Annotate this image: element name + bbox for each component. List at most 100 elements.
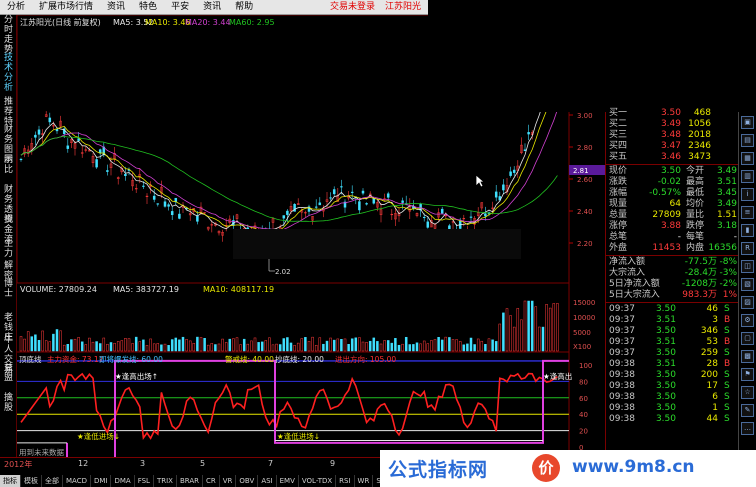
volume-bar <box>534 306 538 352</box>
left-tab-7[interactable]: 主力 <box>2 239 15 259</box>
volume-bar <box>509 315 512 352</box>
star-icon[interactable]: ☆ <box>741 386 754 399</box>
indicator-tab-fsl[interactable]: FSL <box>135 474 154 487</box>
flow-pct: -3% <box>719 268 737 278</box>
candle-body <box>77 138 80 141</box>
settings-icon[interactable]: ⚙ <box>741 314 754 327</box>
order-book-row[interactable]: 买二 3.49 1056 <box>606 119 739 130</box>
menu-analysis[interactable]: 分析 <box>0 0 32 15</box>
tick-price: 3.51 <box>655 337 676 347</box>
indicator-tab-rsi[interactable]: RSI <box>336 474 355 487</box>
left-tab-9[interactable]: 博士 <box>2 279 15 299</box>
indicator-tab-trix[interactable]: TRIX <box>154 474 177 487</box>
volume-bar <box>469 337 473 352</box>
order-label: 买二 <box>609 119 628 129</box>
indicator-tick-label: 60 <box>579 395 588 403</box>
indicator-tab-emv[interactable]: EMV <box>277 474 299 487</box>
indicator-tab-全部[interactable]: 全部 <box>42 474 63 487</box>
volume-bar <box>203 338 206 352</box>
tick-volume: 44 <box>706 414 718 424</box>
indicator-tab-dma[interactable]: DMA <box>111 474 135 487</box>
stat-row: 外盘 11453 内盘 16356 <box>606 243 739 254</box>
calc-icon[interactable]: ▩ <box>741 350 754 363</box>
flag-icon[interactable]: ⚑ <box>741 368 754 381</box>
volume-bar <box>41 330 44 352</box>
indicator-tab-dmi[interactable]: DMI <box>91 474 112 487</box>
future-data-note: 用到未来数据 <box>19 447 64 457</box>
flow-label: 大宗流入 <box>609 268 646 278</box>
order-volume: 2346 <box>688 141 711 151</box>
order-book-row[interactable]: 买三 3.48 2018 <box>606 130 739 141</box>
indicator-tab-指标[interactable]: 指标 <box>0 474 21 487</box>
left-tab-8[interactable]: 解密 <box>2 261 15 281</box>
tick-side: S <box>724 348 730 358</box>
indicator-tab-obv[interactable]: OBV <box>236 474 259 487</box>
chart-icon[interactable]: ◫ <box>741 260 754 273</box>
volume-bar <box>62 344 66 352</box>
more-icon[interactable]: … <box>741 422 754 435</box>
candle-body <box>512 169 516 173</box>
flow-pct: -2% <box>719 279 737 289</box>
volume-bar <box>138 341 142 352</box>
indicator-tab-模板[interactable]: 模板 <box>21 474 42 487</box>
volume-bar <box>458 341 462 352</box>
volume-bar <box>530 300 534 352</box>
left-tab-4[interactable]: 同比 <box>2 155 15 175</box>
volume-bar <box>444 336 448 352</box>
indicator-tab-vr[interactable]: VR <box>220 474 237 487</box>
volume-bar <box>365 342 368 352</box>
price-tick-label: 2.80 <box>577 144 593 152</box>
table-icon[interactable]: ▥ <box>741 170 754 183</box>
grid-icon[interactable]: ▦ <box>741 152 754 165</box>
order-book-row[interactable]: 买四 3.47 2346 <box>606 141 739 152</box>
left-tab-13[interactable]: 擒股 <box>2 393 15 413</box>
flow-pct: -8% <box>719 257 737 267</box>
stat-label: 外盘 <box>609 243 628 253</box>
info-icon[interactable]: i <box>741 188 754 201</box>
volume-tick-label: 10000 <box>573 314 595 322</box>
top-signal-right-label: ★逢高出 <box>543 371 572 381</box>
left-tab-2[interactable]: 推荐特 <box>2 97 15 127</box>
price-tick-label: 3.00 <box>577 112 593 120</box>
indicator-tab-asi[interactable]: ASI <box>258 474 277 487</box>
left-tab-12[interactable]: 益盟 <box>2 363 15 383</box>
trade-login-status[interactable]: 交易未登录 <box>325 0 380 15</box>
menu-extended-market[interactable]: 扩展市场行情 <box>32 0 100 15</box>
menu-info[interactable]: 资讯 <box>196 0 228 15</box>
candle-body <box>494 191 498 198</box>
volume-bar <box>390 342 394 352</box>
indicator-tab-cr[interactable]: CR <box>203 474 220 487</box>
tool-icon[interactable]: ▤ <box>741 134 754 147</box>
panel-icon[interactable]: ▧ <box>741 278 754 291</box>
doc-icon[interactable]: ▢ <box>741 332 754 345</box>
tick-side: B <box>724 337 731 347</box>
candle-body <box>358 201 361 211</box>
indicator-tab-macd[interactable]: MACD <box>63 474 91 487</box>
note-icon[interactable]: ✎ <box>741 404 754 417</box>
volume-tick-label: 15000 <box>573 299 595 307</box>
rsi-icon[interactable]: R <box>741 242 754 255</box>
volume-bar <box>217 343 221 352</box>
indicator-tab-vol-tdx[interactable]: VOL-TDX <box>299 474 337 487</box>
volume-bar <box>95 341 98 352</box>
volume-bar <box>188 340 192 352</box>
left-tab-0[interactable]: 分时走势 <box>2 15 15 55</box>
indicator-tab-wr[interactable]: WR <box>355 474 374 487</box>
order-book-row[interactable]: 买一 3.50 468 <box>606 108 739 119</box>
volume-bar <box>264 340 268 352</box>
menu-news[interactable]: 资讯 <box>100 0 132 15</box>
order-book-row[interactable]: 买五 3.46 3473 <box>606 152 739 163</box>
menu-help[interactable]: 帮助 <box>228 0 260 15</box>
stat-value: - <box>677 232 681 242</box>
menu-pingan[interactable]: 平安 <box>164 0 196 15</box>
bars-icon[interactable]: ▮ <box>741 224 754 237</box>
window-icon[interactable]: ▣ <box>741 116 754 129</box>
menu-features[interactable]: 特色 <box>132 0 164 15</box>
layout-icon[interactable]: ▨ <box>741 296 754 309</box>
stat-row: 总笔 - 每笔 - <box>606 232 739 243</box>
indicator-tab-brar[interactable]: BRAR <box>177 474 203 487</box>
list-icon[interactable]: ≡ <box>741 206 754 219</box>
stat-value-2: 16356 <box>708 243 737 253</box>
indicator-tick-label: 80 <box>579 378 588 386</box>
left-tab-1[interactable]: 技术分析 <box>2 53 15 93</box>
